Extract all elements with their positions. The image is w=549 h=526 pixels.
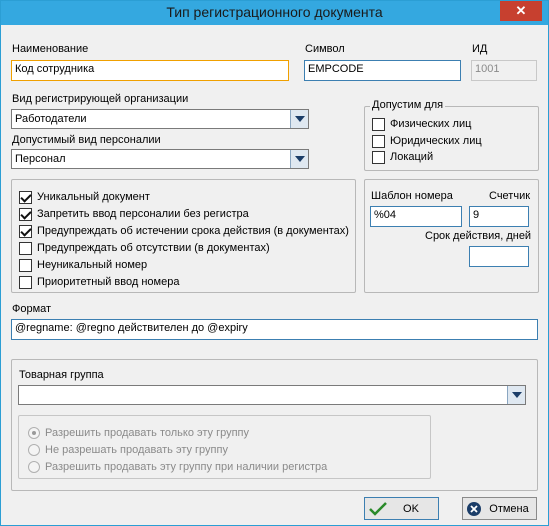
cancel-button[interactable]: Отмена (462, 497, 537, 520)
ok-button-label: OK (403, 502, 419, 515)
forbid-without-register-label: Запретить ввод персоналии без регистра (37, 208, 249, 220)
checkmark-icon (368, 501, 388, 517)
legal-entities-label: Юридических лиц (390, 135, 482, 147)
symbol-input[interactable]: EMPCODE (304, 60, 461, 81)
legal-entities-checkbox[interactable] (372, 135, 385, 148)
priority-number-label: Приоритетный ввод номера (37, 276, 180, 288)
symbol-label: Символ (305, 43, 345, 55)
org-type-value: Работодатели (15, 113, 87, 125)
chevron-down-icon[interactable] (290, 150, 308, 168)
validity-days-label: Срок действия, дней (425, 230, 532, 242)
id-label: ИД (472, 43, 488, 55)
individuals-checkbox[interactable] (372, 118, 385, 131)
product-group-label: Товарная группа (19, 369, 104, 381)
sell-only-group-radio[interactable] (28, 427, 40, 439)
name-label: Наименование (12, 43, 89, 55)
no-sell-group-radio[interactable] (28, 444, 40, 456)
name-input[interactable]: Код сотрудника (11, 60, 289, 81)
personality-select[interactable]: Персонал (11, 149, 309, 169)
allowed-for-caption: Допустим для (370, 99, 446, 111)
warn-expiry-checkbox[interactable] (19, 225, 32, 238)
non-unique-number-label: Неуникальный номер (37, 259, 148, 271)
close-button[interactable]: ✕ (500, 1, 542, 21)
product-group-select[interactable] (18, 385, 526, 405)
sell-only-group-label: Разрешить продавать только эту группу (45, 427, 250, 439)
sell-with-register-label: Разрешить продавать эту группу при налич… (45, 461, 328, 473)
chevron-down-icon[interactable] (290, 110, 308, 128)
validity-days-input[interactable] (469, 246, 529, 267)
chevron-down-icon[interactable] (507, 386, 525, 404)
personality-value: Персонал (15, 153, 66, 165)
forbid-without-register-checkbox[interactable] (19, 208, 32, 221)
warn-absence-label: Предупреждать об отсутствии (в документа… (37, 242, 270, 254)
ok-button[interactable]: OK (364, 497, 439, 520)
unique-document-checkbox[interactable] (19, 191, 32, 204)
priority-number-checkbox[interactable] (19, 276, 32, 289)
number-template-label: Шаблон номера (371, 190, 453, 202)
format-input[interactable]: @regname: @regno действителен до @expiry (11, 319, 538, 340)
unique-document-label: Уникальный документ (37, 191, 150, 203)
id-field: 1001 (471, 60, 537, 81)
warn-absence-checkbox[interactable] (19, 242, 32, 255)
no-sell-group-label: Не разрешать продавать эту группу (45, 444, 228, 456)
cancel-icon (466, 501, 486, 517)
personality-label: Допустимый вид персоналии (12, 134, 161, 146)
format-label: Формат (12, 303, 52, 315)
individuals-label: Физических лиц (390, 118, 472, 130)
locations-checkbox[interactable] (372, 151, 385, 164)
cancel-button-label: Отмена (489, 502, 529, 515)
warn-expiry-label: Предупреждать об истечении срока действи… (37, 225, 349, 237)
sell-with-register-radio[interactable] (28, 461, 40, 473)
window-title: Тип регистрационного документа (166, 4, 383, 20)
number-template-input[interactable]: %04 (370, 206, 462, 227)
org-type-select[interactable]: Работодатели (11, 109, 309, 129)
org-type-label: Вид регистрирующей организации (12, 93, 189, 105)
locations-label: Локаций (390, 151, 434, 163)
non-unique-number-checkbox[interactable] (19, 259, 32, 272)
counter-input[interactable]: 9 (469, 206, 529, 227)
counter-label: Счетчик (489, 190, 531, 202)
dialog-window: Тип регистрационного документа ✕ Наимено… (0, 0, 549, 526)
title-bar[interactable]: Тип регистрационного документа ✕ (1, 1, 548, 25)
